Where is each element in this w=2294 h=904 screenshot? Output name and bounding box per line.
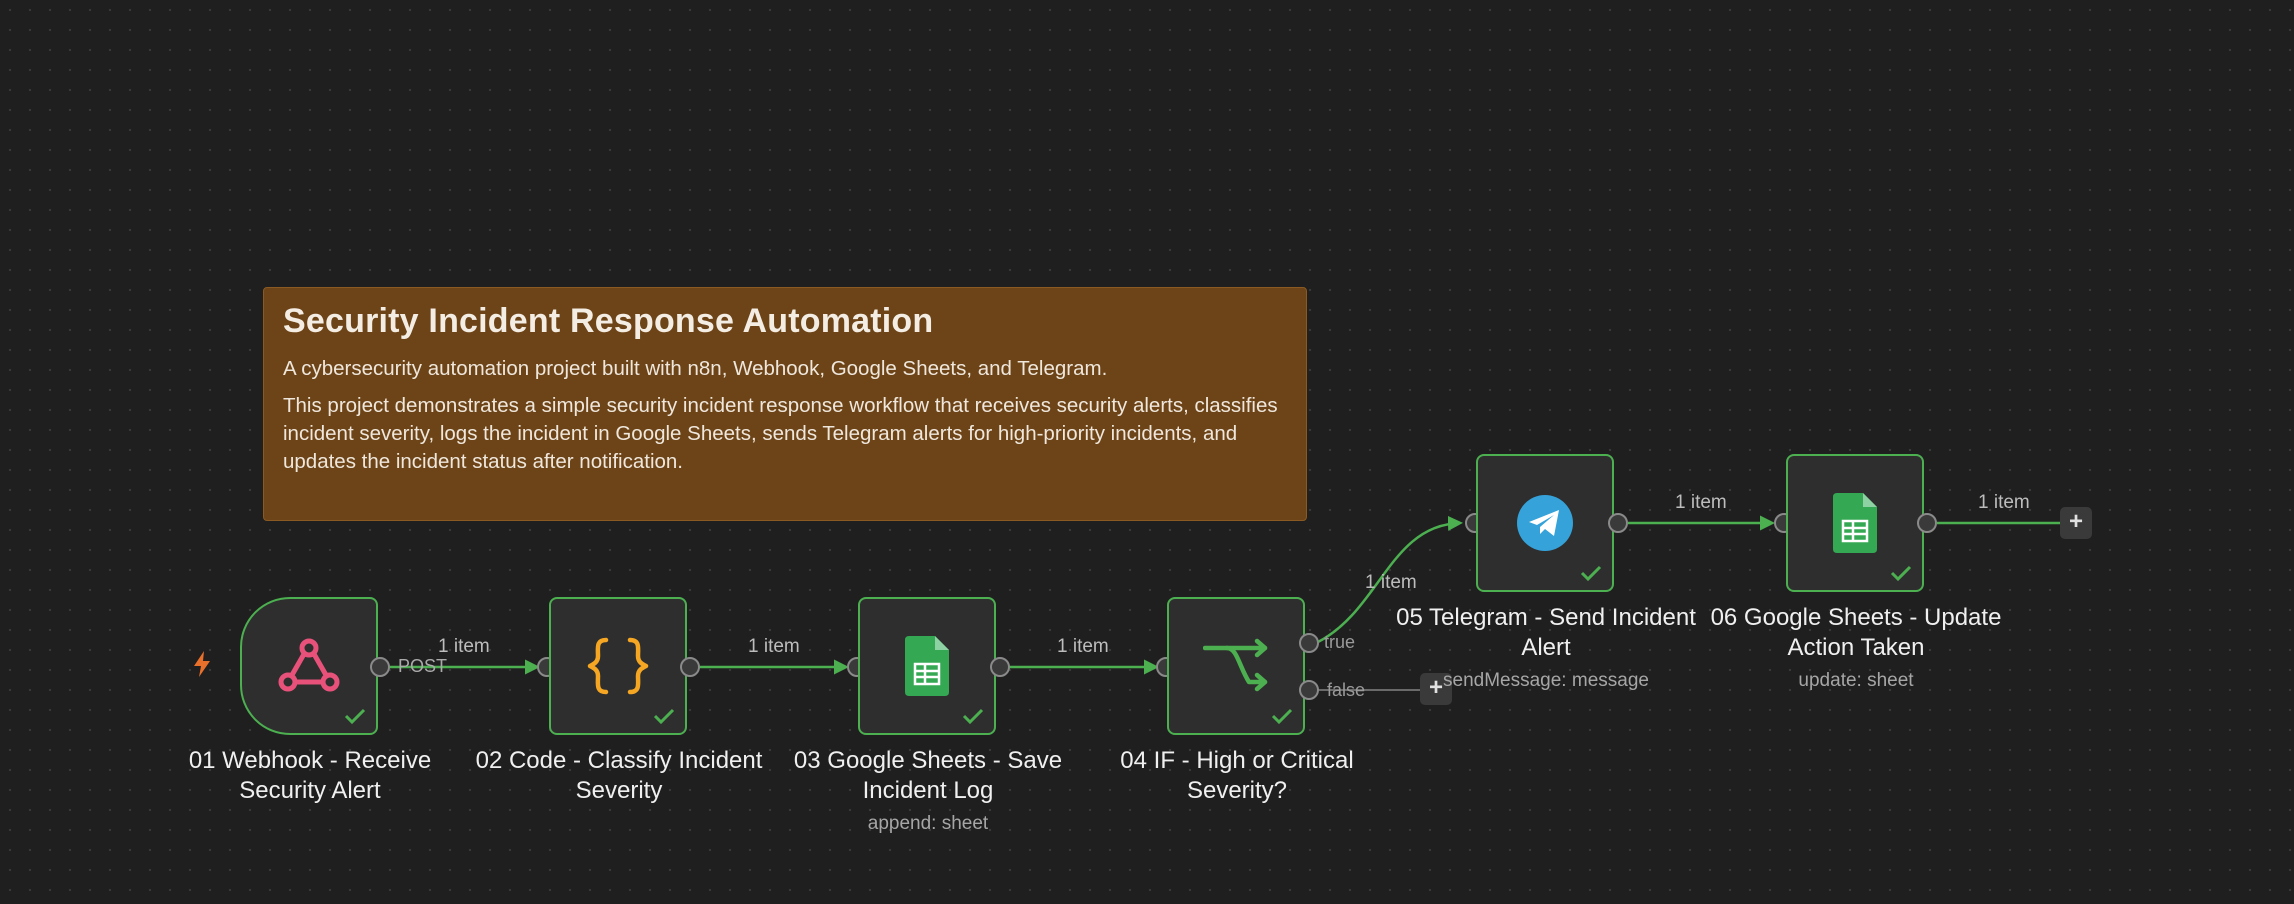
- if-branch-icon: [1203, 638, 1268, 692]
- output-handle-sheets-log[interactable]: [990, 657, 1010, 677]
- webhook-method-label: POST: [398, 656, 448, 676]
- node-label-sheets-update: 06 Google Sheets - Update Action Taken: [1710, 604, 2002, 661]
- edge-label-4: 1 item: [1365, 572, 1417, 593]
- sticky-title: Security Incident Response Automation: [283, 302, 934, 340]
- node-label-webhook: 01 Webhook - Receive Security Alert: [188, 747, 432, 804]
- node-webhook[interactable]: [240, 597, 378, 735]
- node-subtitle-telegram: sendMessage: message: [1443, 670, 1649, 691]
- edge-label-2: 1 item: [748, 636, 800, 657]
- google-sheets-icon: [905, 636, 949, 696]
- google-sheets-icon: [1833, 493, 1877, 553]
- output-handle-if-true[interactable]: [1299, 633, 1319, 653]
- success-check-icon: [344, 708, 366, 725]
- sticky-line-1: A cybersecurity automation project built…: [283, 357, 1108, 380]
- node-code[interactable]: [549, 597, 687, 735]
- branch-label-false: false: [1327, 680, 1366, 700]
- node-sheets-log[interactable]: [858, 597, 996, 735]
- edge-label-1: 1 item: [438, 636, 490, 657]
- output-handle-if-false[interactable]: [1299, 680, 1319, 700]
- node-telegram[interactable]: [1476, 454, 1614, 592]
- node-subtitle-sheets-log: append: sheet: [867, 813, 989, 834]
- trigger-bolt-icon: [194, 651, 210, 677]
- success-check-icon: [962, 708, 984, 725]
- node-if[interactable]: [1167, 597, 1305, 735]
- output-handle-telegram[interactable]: [1608, 513, 1628, 533]
- node-label-sheets-log: 03 Google Sheets - Save Incident Log: [793, 747, 1063, 804]
- telegram-icon: [1517, 495, 1573, 551]
- node-label-if: 04 IF - High or Critical Severity?: [1120, 747, 1354, 804]
- edge-label-6: 1 item: [1978, 492, 2030, 513]
- sticky-line-2: This project demonstrates a simple secur…: [283, 394, 1278, 473]
- branch-label-true: true: [1324, 632, 1356, 652]
- code-braces-icon: [587, 637, 649, 695]
- output-handle-code[interactable]: [680, 657, 700, 677]
- webhook-icon: [278, 638, 340, 692]
- success-check-icon: [1580, 565, 1602, 582]
- node-label-telegram: 05 Telegram - Send Incident Alert: [1396, 604, 1696, 661]
- add-node-end-button[interactable]: +: [2060, 507, 2092, 539]
- output-handle-sheets-update[interactable]: [1917, 513, 1937, 533]
- output-handle-webhook[interactable]: [370, 657, 390, 677]
- node-sheets-update[interactable]: [1786, 454, 1924, 592]
- node-subtitle-sheets-update: update: sheet: [1798, 670, 1914, 691]
- node-label-code: 02 Code - Classify Incident Severity: [475, 747, 763, 804]
- success-check-icon: [1890, 565, 1912, 582]
- success-check-icon: [653, 708, 675, 725]
- workflow-canvas[interactable]: Security Incident Response Automation A …: [0, 0, 2294, 904]
- edge-label-5: 1 item: [1675, 492, 1727, 513]
- edge-label-3: 1 item: [1057, 636, 1109, 657]
- success-check-icon: [1271, 708, 1293, 725]
- sticky-note[interactable]: Security Incident Response Automation A …: [263, 287, 1307, 521]
